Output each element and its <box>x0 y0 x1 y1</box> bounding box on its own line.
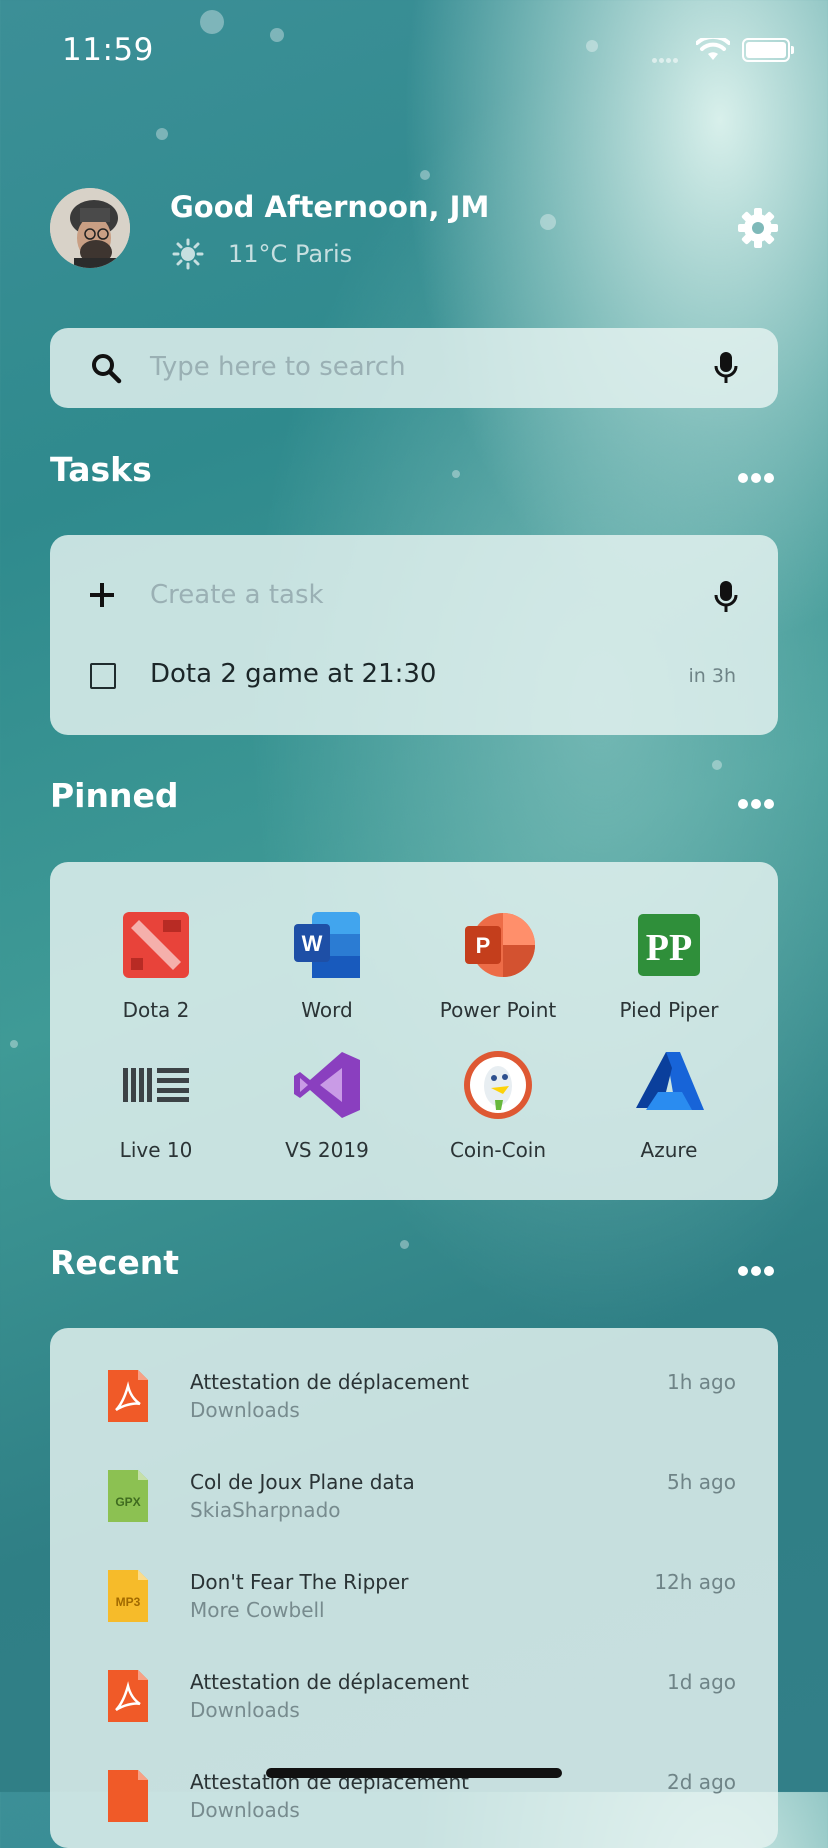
gpx-file-icon: GPX <box>108 1470 148 1522</box>
pinned-app-word[interactable]: W Word <box>241 908 413 1022</box>
plus-icon[interactable] <box>88 581 116 609</box>
azure-icon <box>636 1052 704 1110</box>
recent-item-title: Don't Fear The Ripper <box>190 1570 409 1594</box>
svg-text:GPX: GPX <box>115 1495 140 1509</box>
recent-item-location: Downloads <box>190 1798 300 1822</box>
visual-studio-icon <box>294 1052 360 1118</box>
recent-item[interactable]: Attestation de déplacement Downloads 1h … <box>50 1328 778 1422</box>
greeting-text: Good Afternoon, JM <box>170 190 490 224</box>
avatar-image <box>50 188 130 268</box>
status-time: 11:59 <box>62 32 154 68</box>
pinned-app-azure[interactable]: Azure <box>583 1048 755 1162</box>
cellular-signal-icon <box>652 48 680 67</box>
pinned-more-icon[interactable] <box>738 794 777 813</box>
pdf-file-icon <box>108 1670 148 1722</box>
powerpoint-icon: P <box>465 913 535 977</box>
pinned-app-live10[interactable]: Live 10 <box>70 1048 242 1162</box>
recent-item[interactable]: GPX Col de Joux Plane data SkiaSharpnado… <box>50 1428 778 1522</box>
temperature: 11°C <box>228 240 288 268</box>
pdf-file-icon <box>108 1770 148 1822</box>
svg-text:PP: PP <box>646 927 692 969</box>
recent-item-title: Attestation de déplacement <box>190 1670 469 1694</box>
wifi-icon <box>696 38 730 60</box>
mp3-file-icon: MP3 <box>108 1570 148 1622</box>
recent-item-title: Col de Joux Plane data <box>190 1470 415 1494</box>
recent-item-location: SkiaSharpnado <box>190 1498 341 1522</box>
recent-item-time: 1d ago <box>667 1670 736 1694</box>
search-input[interactable]: Type here to search <box>150 352 406 382</box>
pinned-app-dota2[interactable]: Dota 2 <box>70 908 242 1022</box>
microphone-icon[interactable] <box>714 350 738 386</box>
pinned-app-powerpoint[interactable]: P Power Point <box>412 908 584 1022</box>
tasks-more-icon[interactable] <box>738 468 777 487</box>
pinned-card: Dota 2 W Word P Power Point PP Pied Pipe… <box>50 862 778 1200</box>
pinned-title: Pinned <box>50 776 179 815</box>
search-icon <box>92 354 122 384</box>
battery-icon <box>742 38 794 62</box>
pinned-app-pied-piper[interactable]: PP Pied Piper <box>583 908 755 1022</box>
recent-item-time: 2d ago <box>667 1770 736 1794</box>
task-checkbox[interactable] <box>90 663 116 689</box>
ableton-live-icon <box>123 1068 189 1102</box>
home-indicator[interactable] <box>266 1768 562 1778</box>
microphone-icon[interactable] <box>714 579 738 615</box>
recent-item[interactable]: Attestation de déplacement Downloads 1d … <box>50 1628 778 1722</box>
word-icon: W <box>294 912 360 978</box>
dota-icon <box>123 912 189 978</box>
gear-icon[interactable] <box>736 206 780 250</box>
recent-item-title: Attestation de déplacement <box>190 1370 469 1394</box>
city: Paris <box>295 240 353 268</box>
task-due: in 3h <box>688 665 737 687</box>
create-task-input[interactable]: Create a task <box>150 580 324 610</box>
avatar[interactable] <box>50 188 130 268</box>
pinned-app-vs2019[interactable]: VS 2019 <box>241 1048 413 1162</box>
search-bar[interactable]: Type here to search <box>50 328 778 408</box>
tasks-card: Create a task Dota 2 game at 21:30 in 3h <box>50 535 778 735</box>
pinned-app-coin-coin[interactable]: Coin-Coin <box>412 1048 584 1162</box>
recent-item-time: 12h ago <box>654 1570 736 1594</box>
recent-item-time: 5h ago <box>667 1470 736 1494</box>
pied-piper-icon: PP <box>638 914 700 976</box>
svg-text:MP3: MP3 <box>116 1595 141 1609</box>
recent-item[interactable]: MP3 Don't Fear The Ripper More Cowbell 1… <box>50 1528 778 1622</box>
svg-text:P: P <box>476 933 491 958</box>
recent-item-time: 1h ago <box>667 1370 736 1394</box>
svg-text:W: W <box>302 931 323 956</box>
sun-icon <box>172 238 204 270</box>
status-bar: 11:59 <box>0 30 828 70</box>
recent-item-location: Downloads <box>190 1698 300 1722</box>
recent-item-location: Downloads <box>190 1398 300 1422</box>
recent-title: Recent <box>50 1243 180 1282</box>
recent-item-location: More Cowbell <box>190 1598 325 1622</box>
recent-more-icon[interactable] <box>738 1261 777 1280</box>
task-label[interactable]: Dota 2 game at 21:30 <box>150 659 436 689</box>
tasks-title: Tasks <box>50 450 152 489</box>
duckduckgo-icon <box>464 1051 532 1119</box>
pdf-file-icon <box>108 1370 148 1422</box>
